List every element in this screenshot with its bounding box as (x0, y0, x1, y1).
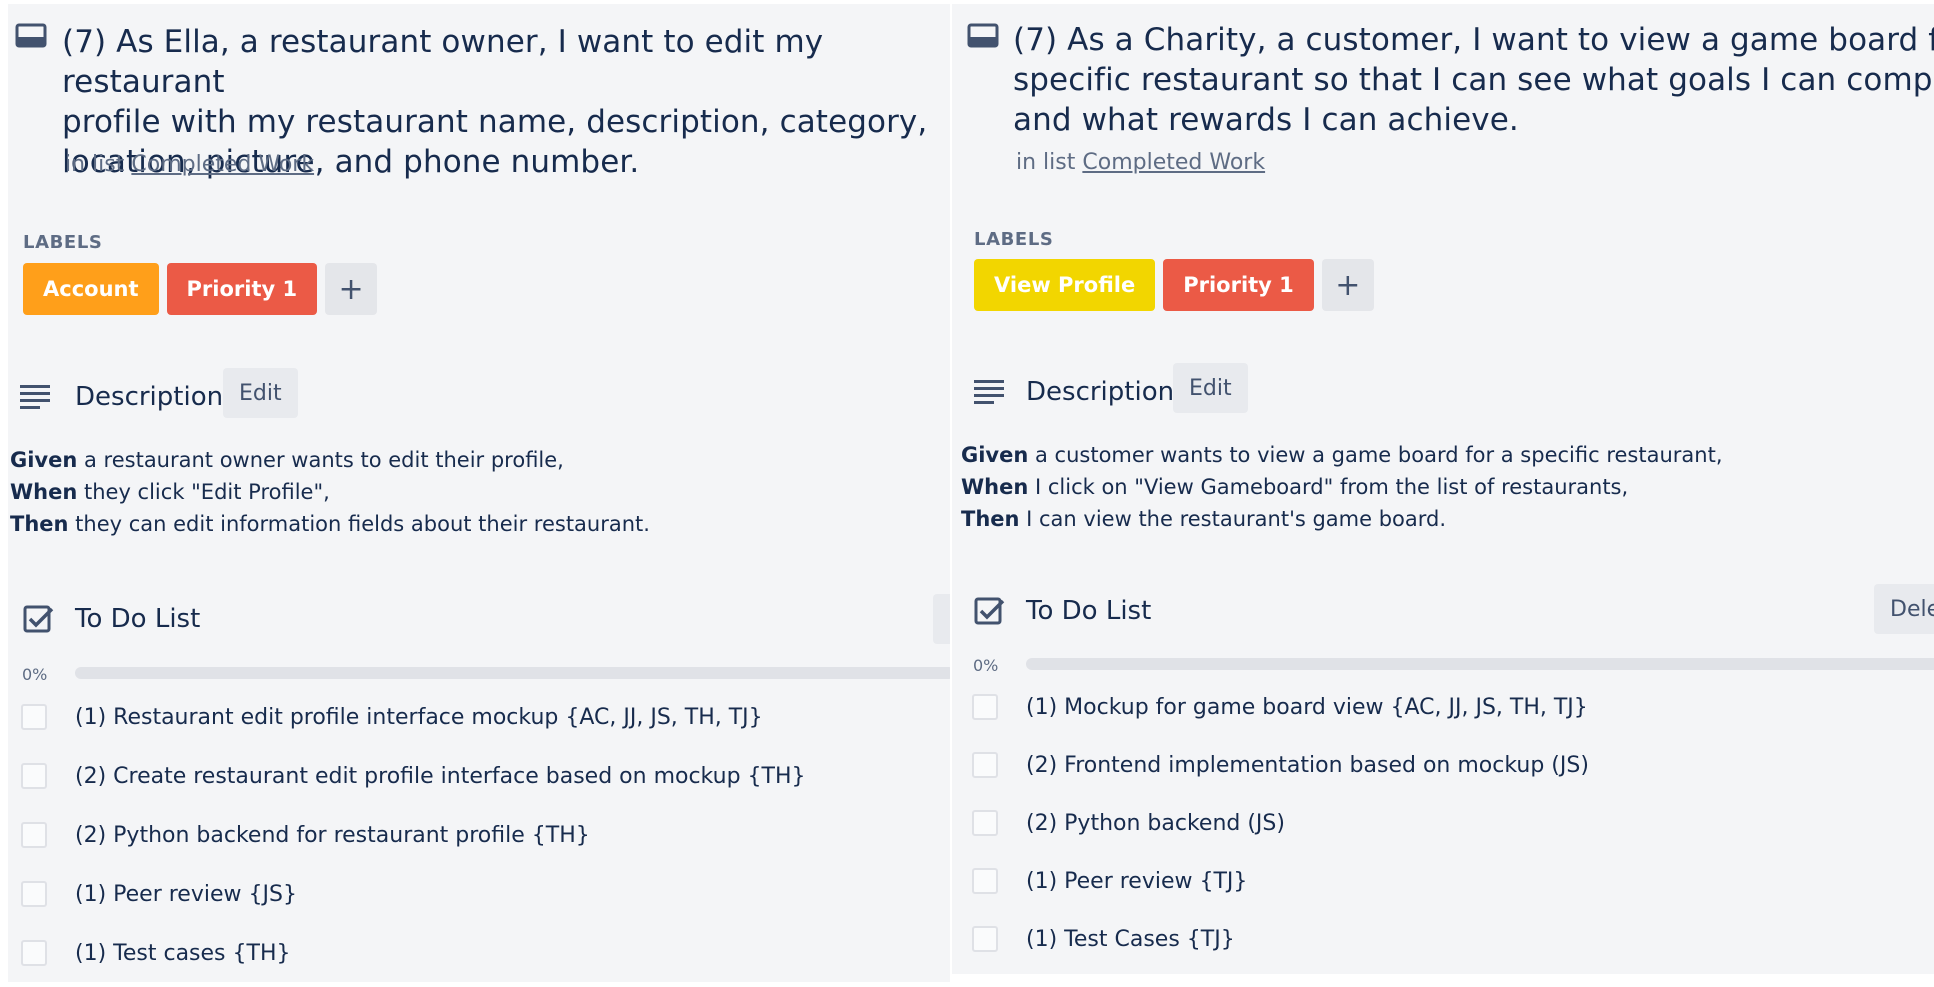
add-label-button[interactable]: + (1321, 259, 1374, 311)
edit-description-button[interactable]: Edit (1173, 363, 1248, 413)
then-text: I can view the restaurant's game board. (1019, 507, 1447, 531)
checklist-icon (973, 596, 1007, 626)
keyword-then: Then (961, 507, 1020, 531)
checklist-item[interactable]: (2) Python backend for restaurant profil… (21, 822, 590, 848)
progress-bar (1026, 658, 1934, 670)
checklist-item-text[interactable]: (2) Python backend (JS) (1026, 811, 1285, 836)
checkbox[interactable] (21, 881, 47, 907)
card-title-line: (7) As a Charity, a customer, I want to … (1013, 22, 1934, 58)
in-list-prefix: in list (65, 152, 125, 177)
add-label-button[interactable]: + (325, 263, 378, 315)
description-heading: Description (1026, 377, 1175, 407)
checklist-icon (22, 604, 56, 634)
checkbox[interactable] (21, 763, 47, 789)
checklist-item[interactable]: (2) Frontend implementation based on moc… (972, 752, 1589, 778)
progress-percent: 0% (22, 665, 48, 684)
card-icon (14, 22, 48, 50)
in-list-prefix: in list (1016, 150, 1076, 175)
description-line-when: When they click "Edit Profile", (10, 476, 940, 508)
labels-row: View Profile Priority 1 + (974, 259, 1374, 311)
keyword-given: Given (10, 448, 78, 472)
card-title-line: specific restaurant so that I can see wh… (1013, 62, 1934, 98)
description-heading: Description (75, 382, 224, 412)
list-link[interactable]: Completed Work (1082, 150, 1265, 175)
keyword-when: When (10, 480, 78, 504)
label-priority-1[interactable]: Priority 1 (1163, 259, 1314, 311)
checklist-item-text[interactable]: (2) Create restaurant edit profile inter… (75, 764, 806, 789)
checklist-item-text[interactable]: (1) Test cases {TH} (75, 941, 290, 966)
card-detail-left: (7) As Ella, a restaurant owner, I want … (8, 4, 950, 982)
card-detail-right: (7) As a Charity, a customer, I want to … (952, 4, 1934, 974)
label-account[interactable]: Account (23, 263, 159, 315)
checklist-item-text[interactable]: (1) Peer review {TJ} (1026, 869, 1247, 894)
checklist-item-text[interactable]: (1) Mockup for game board view {AC, JJ, … (1026, 695, 1588, 720)
description-text: Given a restaurant owner wants to edit t… (10, 444, 940, 540)
progress-percent: 0% (973, 656, 999, 675)
given-text: a restaurant owner wants to edit their p… (77, 448, 564, 472)
description-icon (972, 377, 1006, 407)
list-link[interactable]: Completed Work (131, 152, 314, 177)
card-icon (966, 22, 1000, 50)
description-line-then: Then they can edit information fields ab… (10, 508, 940, 540)
screenshot-stage: (7) As Ella, a restaurant owner, I want … (0, 0, 1934, 987)
card-title-line: and what rewards I can achieve. (1013, 102, 1519, 138)
delete-checklist-button[interactable] (933, 594, 950, 644)
keyword-when: When (961, 475, 1029, 499)
description-icon (18, 382, 52, 412)
progress-bar (75, 667, 950, 679)
delete-checklist-button[interactable]: Dele (1874, 584, 1934, 634)
checklist-item-text[interactable]: (1) Restaurant edit profile interface mo… (75, 705, 763, 730)
when-text: they click "Edit Profile", (77, 480, 330, 504)
checkbox[interactable] (972, 694, 998, 720)
checkbox[interactable] (21, 940, 47, 966)
keyword-then: Then (10, 512, 69, 536)
checklist-item[interactable]: (1) Restaurant edit profile interface mo… (21, 704, 763, 730)
checklist-heading: To Do List (75, 604, 201, 634)
label-view-profile[interactable]: View Profile (974, 259, 1156, 311)
checkbox[interactable] (972, 868, 998, 894)
checkbox[interactable] (21, 822, 47, 848)
description-line-then: Then I can view the restaurant's game bo… (961, 503, 1921, 535)
checklist-item-text[interactable]: (2) Frontend implementation based on moc… (1026, 753, 1589, 778)
checklist-item[interactable]: (1) Peer review {JS} (21, 881, 297, 907)
edit-description-button[interactable]: Edit (223, 368, 298, 418)
checklist-item[interactable]: (1) Peer review {TJ} (972, 868, 1247, 894)
description-line-given: Given a customer wants to view a game bo… (961, 439, 1921, 471)
checkbox[interactable] (972, 810, 998, 836)
checklist-heading: To Do List (1026, 596, 1152, 626)
labels-row: Account Priority 1 + (23, 263, 378, 315)
labels-heading: LABELS (23, 232, 103, 253)
checkbox[interactable] (972, 752, 998, 778)
checklist-item[interactable]: (2) Create restaurant edit profile inter… (21, 763, 806, 789)
checklist-item-text[interactable]: (2) Python backend for restaurant profil… (75, 823, 590, 848)
checklist-item[interactable]: (1) Test cases {TH} (21, 940, 290, 966)
then-text: they can edit information fields about t… (68, 512, 650, 536)
description-line-given: Given a restaurant owner wants to edit t… (10, 444, 940, 476)
labels-heading: LABELS (974, 229, 1054, 250)
given-text: a customer wants to view a game board fo… (1028, 443, 1723, 467)
keyword-given: Given (961, 443, 1029, 467)
description-text: Given a customer wants to view a game bo… (961, 439, 1921, 535)
card-title-line: profile with my restaurant name, descrip… (62, 104, 928, 140)
checklist-item[interactable]: (2) Python backend (JS) (972, 810, 1285, 836)
card-title: (7) As a Charity, a customer, I want to … (1013, 20, 1934, 140)
in-list-text: in list Completed Work (1016, 150, 1265, 175)
card-title-line: (7) As Ella, a restaurant owner, I want … (62, 24, 824, 100)
description-line-when: When I click on "View Gameboard" from th… (961, 471, 1921, 503)
checklist-item-text[interactable]: (1) Test Cases {TJ} (1026, 927, 1235, 952)
checkbox[interactable] (21, 704, 47, 730)
checklist-item[interactable]: (1) Mockup for game board view {AC, JJ, … (972, 694, 1588, 720)
label-priority-1[interactable]: Priority 1 (166, 263, 318, 315)
checklist-item-text[interactable]: (1) Peer review {JS} (75, 882, 297, 907)
when-text: I click on "View Gameboard" from the lis… (1028, 475, 1629, 499)
in-list-text: in list Completed Work (65, 152, 314, 177)
checkbox[interactable] (972, 926, 998, 952)
checklist-item[interactable]: (1) Test Cases {TJ} (972, 926, 1235, 952)
